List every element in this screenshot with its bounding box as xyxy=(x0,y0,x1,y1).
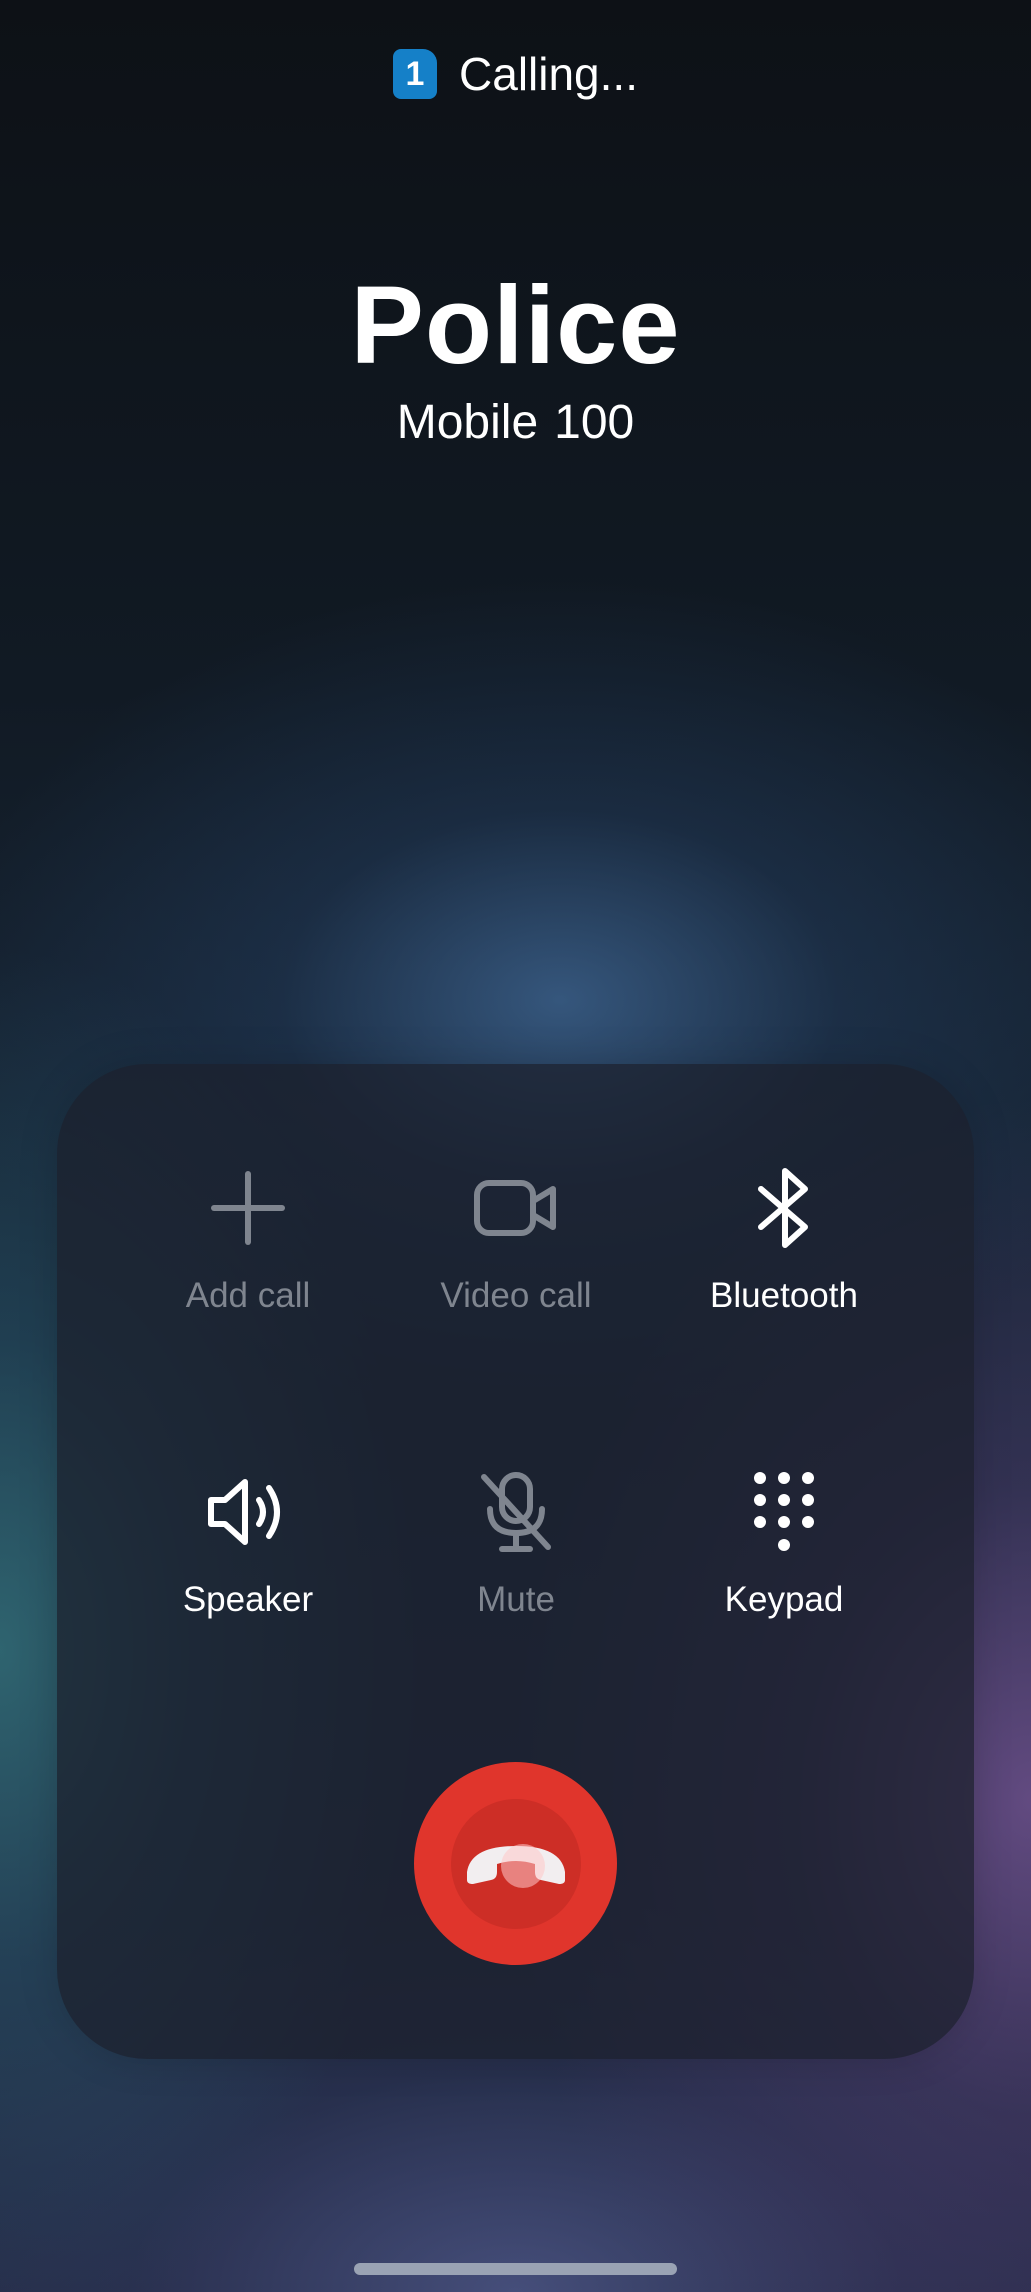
keypad-icon xyxy=(734,1462,834,1562)
plus-icon xyxy=(198,1158,298,1258)
bluetooth-label: Bluetooth xyxy=(710,1276,858,1315)
video-call-button[interactable]: Video call xyxy=(386,1158,646,1358)
contact-name: Police xyxy=(350,264,681,387)
number-type-label: Mobile xyxy=(396,396,539,449)
keypad-label: Keypad xyxy=(724,1580,844,1619)
calling-status-text: Calling... xyxy=(459,48,638,100)
home-indicator[interactable] xyxy=(354,2263,677,2275)
mute-button[interactable]: Mute xyxy=(386,1462,646,1662)
phone-hangup-icon xyxy=(450,1798,581,1929)
call-status: 1 Calling... xyxy=(0,44,1031,104)
video-call-label: Video call xyxy=(440,1276,592,1315)
bluetooth-button[interactable]: Bluetooth xyxy=(654,1158,914,1358)
mute-label: Mute xyxy=(477,1580,555,1619)
add-call-button[interactable]: Add call xyxy=(118,1158,378,1358)
bluetooth-icon xyxy=(734,1158,834,1258)
sim-1-icon: 1 xyxy=(393,49,438,99)
microphone-off-icon xyxy=(466,1462,566,1562)
add-call-label: Add call xyxy=(185,1276,311,1315)
phone-number: 100 xyxy=(554,396,635,449)
end-call-button[interactable] xyxy=(414,1762,617,1965)
keypad-button[interactable]: Keypad xyxy=(654,1462,914,1662)
speaker-button[interactable]: Speaker xyxy=(118,1462,378,1662)
speaker-label: Speaker xyxy=(182,1580,314,1619)
speaker-icon xyxy=(198,1462,298,1562)
video-camera-icon xyxy=(466,1158,566,1258)
contact-number-line: Mobile 100 xyxy=(0,395,1031,450)
